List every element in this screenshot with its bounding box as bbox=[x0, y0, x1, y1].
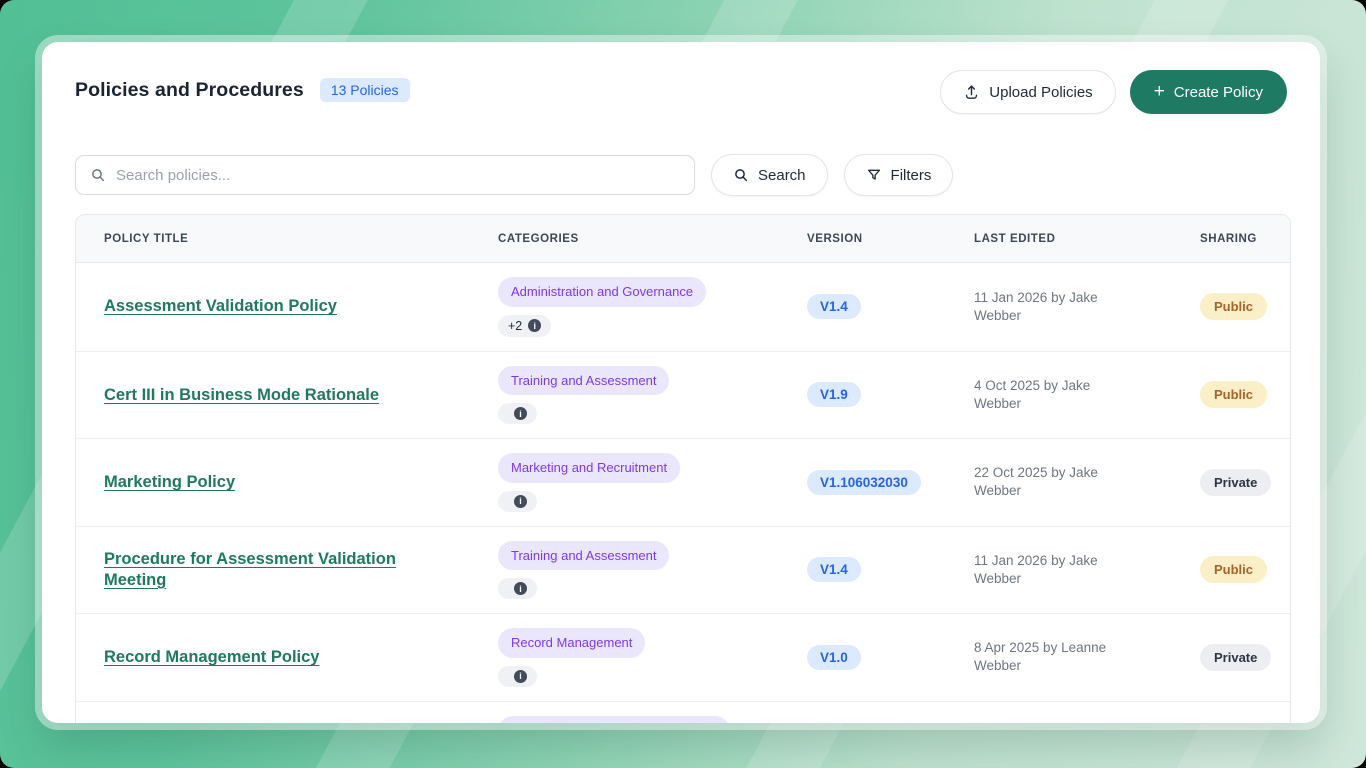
info-icon: i bbox=[514, 407, 527, 420]
column-header-categories: CATEGORIES bbox=[470, 233, 779, 245]
column-header-last-edited: LAST EDITED bbox=[946, 233, 1172, 245]
extra-categories-badge[interactable]: i bbox=[498, 666, 537, 687]
info-icon: i bbox=[514, 495, 527, 508]
table-body: Assessment Validation Policy Administrat… bbox=[76, 263, 1290, 723]
extra-categories-badge[interactable]: i bbox=[498, 578, 537, 599]
upload-icon bbox=[963, 84, 980, 101]
app-background: Policies and Procedures 13 Policies Uplo… bbox=[0, 0, 1366, 768]
category-badge: Training and Assessment bbox=[498, 366, 669, 396]
info-icon: i bbox=[514, 582, 527, 595]
info-icon: i bbox=[528, 319, 541, 332]
policy-title-link[interactable]: Assessment Validation Policy bbox=[104, 297, 337, 315]
last-edited-text: 11 Jan 2026 by Jake Webber bbox=[974, 289, 1136, 325]
extra-categories-badge[interactable]: +2 i bbox=[498, 315, 551, 337]
filters-button[interactable]: Filters bbox=[844, 154, 954, 196]
policies-table: POLICY TITLE CATEGORIES VERSION LAST EDI… bbox=[75, 214, 1291, 723]
extra-categories-badge[interactable]: i bbox=[498, 403, 537, 424]
search-icon bbox=[733, 167, 749, 183]
policy-title-link[interactable]: Procedure for Assessment Validation Meet… bbox=[104, 550, 396, 589]
table-row: RTOSafe-First-Steps-1 Quality and Contin… bbox=[76, 702, 1290, 723]
policy-count-badge: 13 Policies bbox=[320, 78, 410, 102]
search-button[interactable]: Search bbox=[711, 154, 828, 196]
policy-title-link[interactable]: Cert III in Business Mode Rationale bbox=[104, 386, 379, 404]
sharing-badge: Private bbox=[1200, 644, 1271, 671]
version-badge: V1.4 bbox=[807, 294, 861, 319]
last-edited-text: 8 Apr 2025 by Leanne Webber bbox=[974, 639, 1136, 675]
table-row: Procedure for Assessment Validation Meet… bbox=[76, 527, 1290, 615]
filters-button-label: Filters bbox=[891, 167, 932, 184]
plus-icon: + bbox=[1154, 82, 1165, 101]
page-header: Policies and Procedures 13 Policies Uplo… bbox=[75, 70, 1287, 114]
category-badge: Marketing and Recruitment bbox=[498, 453, 680, 483]
upload-policies-button[interactable]: Upload Policies bbox=[940, 70, 1115, 114]
version-badge: V1.106032030 bbox=[807, 470, 921, 495]
category-badge: Quality and Continuous Improvement bbox=[498, 716, 730, 723]
category-badge: Administration and Governance bbox=[498, 277, 706, 307]
sharing-badge: Private bbox=[1200, 469, 1271, 496]
column-header-sharing: SHARING bbox=[1172, 233, 1290, 245]
create-policy-label: Create Policy bbox=[1174, 84, 1263, 101]
info-icon: i bbox=[514, 670, 527, 683]
title-wrap: Policies and Procedures 13 Policies bbox=[75, 70, 410, 102]
filter-icon bbox=[866, 167, 882, 183]
version-badge: V1.9 bbox=[807, 382, 861, 407]
search-button-label: Search bbox=[758, 167, 806, 184]
sharing-badge: Public bbox=[1200, 293, 1267, 320]
column-header-policy-title: POLICY TITLE bbox=[76, 233, 470, 245]
upload-policies-label: Upload Policies bbox=[989, 84, 1092, 101]
table-row: Marketing Policy Marketing and Recruitme… bbox=[76, 439, 1290, 527]
search-icon bbox=[90, 167, 106, 183]
search-input[interactable] bbox=[116, 167, 680, 184]
search-row: Search Filters bbox=[75, 154, 1287, 196]
sharing-badge: Public bbox=[1200, 556, 1267, 583]
table-header-row: POLICY TITLE CATEGORIES VERSION LAST EDI… bbox=[76, 215, 1290, 263]
version-badge: V1.4 bbox=[807, 557, 861, 582]
version-badge: V1.0 bbox=[807, 645, 861, 670]
extra-categories-badge[interactable]: i bbox=[498, 491, 537, 512]
last-edited-text: 11 Jan 2026 by Jake Webber bbox=[974, 552, 1136, 588]
policy-title-link[interactable]: Marketing Policy bbox=[104, 473, 235, 491]
last-edited-text: 22 Oct 2025 by Jake Webber bbox=[974, 464, 1136, 500]
header-actions: Upload Policies + Create Policy bbox=[940, 70, 1287, 114]
page-title: Policies and Procedures bbox=[75, 79, 304, 102]
table-row: Cert III in Business Mode Rationale Trai… bbox=[76, 352, 1290, 440]
create-policy-button[interactable]: + Create Policy bbox=[1130, 70, 1287, 114]
category-badge: Training and Assessment bbox=[498, 541, 669, 571]
policies-card: Policies and Procedures 13 Policies Uplo… bbox=[42, 42, 1320, 723]
policy-title-link[interactable]: Record Management Policy bbox=[104, 648, 319, 666]
search-box[interactable] bbox=[75, 155, 695, 195]
column-header-version: VERSION bbox=[779, 233, 946, 245]
category-badge: Record Management bbox=[498, 628, 645, 658]
last-edited-text: 4 Oct 2025 by Jake Webber bbox=[974, 377, 1136, 413]
table-row: Assessment Validation Policy Administrat… bbox=[76, 263, 1290, 352]
table-row: Record Management Policy Record Manageme… bbox=[76, 614, 1290, 702]
sharing-badge: Public bbox=[1200, 381, 1267, 408]
